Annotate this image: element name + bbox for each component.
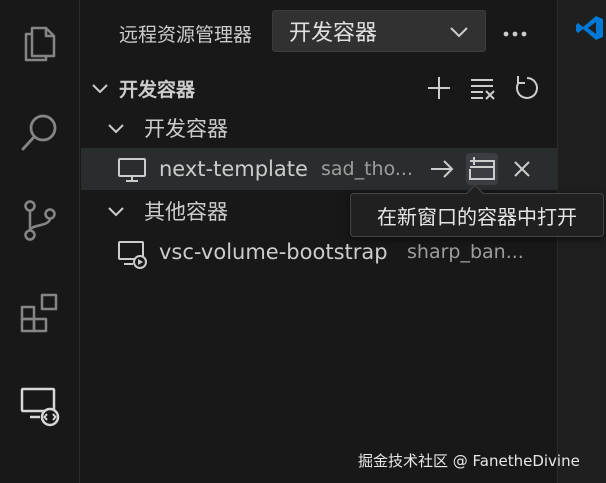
clear-all-icon[interactable]: [467, 72, 499, 104]
group-label: 开发容器: [144, 117, 228, 141]
container-name: vsc-volume-bootstrap: [159, 240, 388, 264]
remote-target-select-value: 开发容器: [289, 21, 378, 46]
close-icon[interactable]: [506, 153, 538, 185]
chevron-down-icon: [105, 117, 127, 143]
container-item-vsc-volume-bootstrap[interactable]: vsc-volume-bootstrap sharp_ban...: [81, 231, 557, 273]
editor-area: [557, 0, 606, 483]
tooltip: 在新窗口的容器中打开: [350, 193, 604, 237]
chevron-down-icon: [449, 24, 469, 43]
container-description: sad_tho...: [321, 158, 414, 180]
chevron-down-icon: [89, 77, 111, 103]
container-name: next-template: [159, 157, 308, 181]
watermark: 掘金技术社区 @ FanetheDivine: [358, 452, 580, 470]
refresh-icon[interactable]: [511, 72, 543, 104]
extensions-icon[interactable]: [12, 285, 68, 341]
section-header-dev-containers[interactable]: 开发容器: [81, 70, 557, 106]
activity-bar: [0, 0, 80, 483]
add-icon[interactable]: [423, 72, 455, 104]
vscode-logo-icon: [576, 14, 604, 46]
explorer-icon[interactable]: [12, 14, 68, 70]
section-actions: [423, 72, 543, 104]
open-in-new-window-icon[interactable]: [466, 153, 498, 185]
group-dev-containers[interactable]: 开发容器: [81, 110, 557, 146]
group-label: 其他容器: [144, 200, 228, 224]
section-title: 开发容器: [119, 78, 196, 101]
remote-target-select[interactable]: 开发容器: [272, 10, 486, 52]
item-actions: [426, 153, 538, 185]
chevron-down-icon: [105, 200, 127, 226]
ellipsis-icon: [502, 23, 528, 42]
more-actions-button[interactable]: [501, 20, 529, 44]
search-icon[interactable]: [12, 104, 68, 160]
remote-explorer-icon[interactable]: [12, 377, 68, 433]
panel-title: 远程资源管理器: [119, 23, 253, 46]
container-description: sharp_ban...: [407, 241, 524, 263]
arrow-right-icon[interactable]: [426, 153, 458, 185]
container-item-next-template[interactable]: next-template sad_tho...: [81, 148, 557, 190]
monitor-play-icon: [117, 239, 147, 269]
source-control-icon[interactable]: [12, 192, 68, 248]
panel-header: 远程资源管理器 开发容器: [81, 8, 557, 58]
remote-explorer-panel: 远程资源管理器 开发容器 开发容器 开发容器 next-template sad…: [81, 0, 557, 483]
monitor-icon: [117, 156, 147, 184]
